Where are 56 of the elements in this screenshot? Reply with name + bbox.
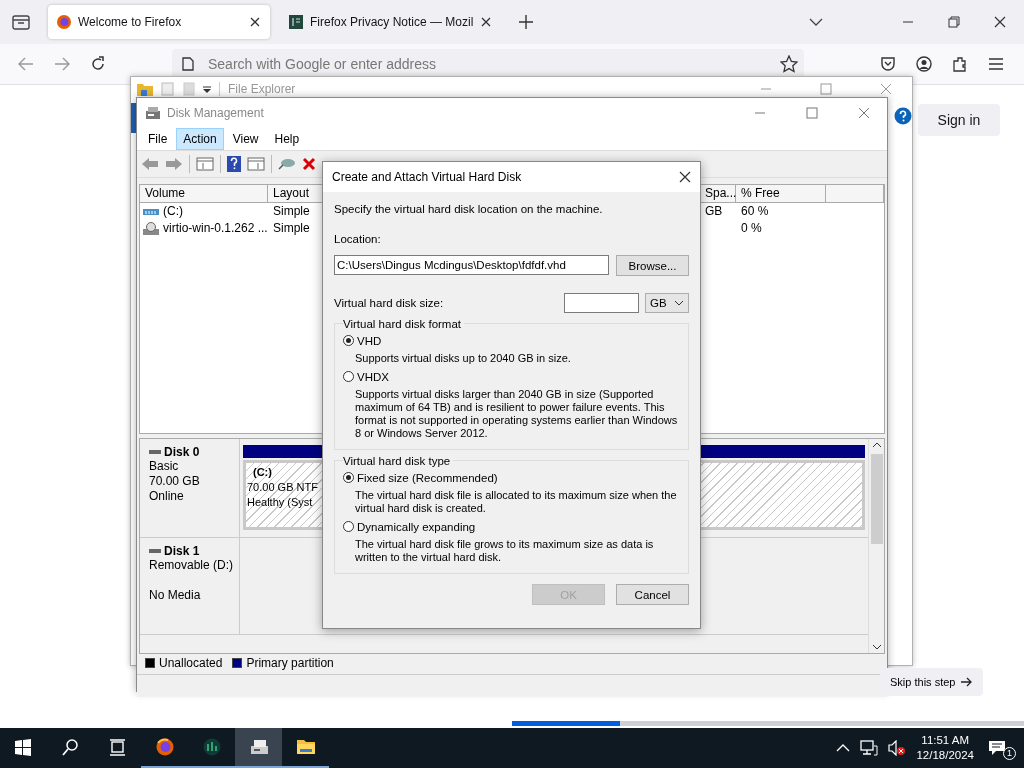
table-cell-text: Simple xyxy=(272,220,311,237)
menu-item[interactable]: Help xyxy=(267,128,307,150)
disk-info: Removable (D:) xyxy=(149,558,235,573)
clock[interactable]: 11:51 AM 12/18/2024 xyxy=(916,733,974,763)
column-header[interactable]: Spa... xyxy=(700,185,736,203)
tab-title: Welcome to Firefox xyxy=(78,15,183,29)
partition-info: Healthy (Syst xyxy=(247,495,313,510)
legend-label: Primary partition xyxy=(246,656,334,670)
dialog-title: Create and Attach Virtual Hard Disk xyxy=(332,170,522,184)
location-field[interactable]: C:\Users\Dingus Mcdingus\Desktop\fdfdf.vhd xyxy=(334,255,609,275)
disk-name: Disk 1 xyxy=(164,544,200,558)
disk-name: Disk 0 xyxy=(164,445,200,459)
browser-tab[interactable]: Firefox Privacy Notice — Mozil xyxy=(280,5,502,39)
group-title: Virtual hard disk type xyxy=(343,455,454,467)
column-header[interactable]: % Free xyxy=(736,185,826,203)
skip-button[interactable]: Skip this step xyxy=(880,668,984,696)
disk-info: 70.00 GB xyxy=(149,474,201,489)
disk-info: No Media xyxy=(149,588,202,603)
dialog-button[interactable]: Cancel xyxy=(616,584,689,605)
unit-dropdown[interactable]: GB xyxy=(645,293,689,313)
option-description: The virtual hard disk file is allocated to its maximum size when the virtual hard disk is created. xyxy=(354,488,678,516)
table-cell-text: 60 % xyxy=(740,203,770,220)
option-description: The virtual hard disk file grows to its maximum size as data is written to the virtual hard disk. xyxy=(354,537,655,565)
table-cell-text: 0 % xyxy=(740,220,763,237)
field-label: Virtual hard disk size: xyxy=(334,296,444,310)
instruction-text: Specify the virtual hard disk location on the machine. xyxy=(334,202,604,216)
option-description: Supports virtual disks larger than 2040 GB in size (Supported maximum of 64 TB) and is resilient to power failure events. This format is not supported in operating systems earlier than Windows 8 or Windows Server 2012. xyxy=(354,387,679,441)
menu-item[interactable]: File xyxy=(141,128,175,150)
column-header[interactable]: Volume xyxy=(140,185,268,203)
table-cell-text: Simple xyxy=(272,203,311,220)
field-label: Location: xyxy=(334,232,382,246)
browse-button[interactable]: Browse... xyxy=(616,255,689,276)
disk-info: Online xyxy=(149,489,185,504)
window-title: Disk Management xyxy=(167,106,264,120)
table-cell: virtio-win-0.1.262 ... xyxy=(163,220,268,237)
radio-option[interactable]: Dynamically expanding xyxy=(343,518,680,535)
radio-option[interactable]: VHD xyxy=(343,332,680,349)
browser-tab[interactable]: Welcome to Firefox xyxy=(48,5,270,39)
disk-info: Basic xyxy=(149,459,180,474)
radio-option[interactable]: VHDX xyxy=(343,368,680,385)
address-bar[interactable]: Search with Google or enter address xyxy=(172,49,804,79)
address-placeholder: Search with Google or enter address xyxy=(208,56,436,72)
partition-info: 70.00 GB NTF xyxy=(247,480,318,495)
menu-item[interactable]: View xyxy=(225,128,266,150)
option-description: Supports virtual disks up to 2040 GB in size. xyxy=(354,351,572,366)
partition-label: (C:) xyxy=(252,465,272,480)
group-title: Virtual hard disk format xyxy=(343,318,465,330)
notification-count: 1 xyxy=(1003,747,1016,760)
tab-title: Firefox Privacy Notice — Mozil xyxy=(310,15,474,29)
table-cell: (C:) xyxy=(163,203,183,220)
table-cell: GB xyxy=(705,204,723,218)
sign-in-button[interactable]: Sign in xyxy=(918,104,1000,136)
window-title: File Explorer xyxy=(219,82,296,96)
legend-label: Unallocated xyxy=(159,656,223,670)
radio-option[interactable]: Fixed size (Recommended) xyxy=(343,469,680,486)
menu-item[interactable]: Action xyxy=(176,128,224,150)
